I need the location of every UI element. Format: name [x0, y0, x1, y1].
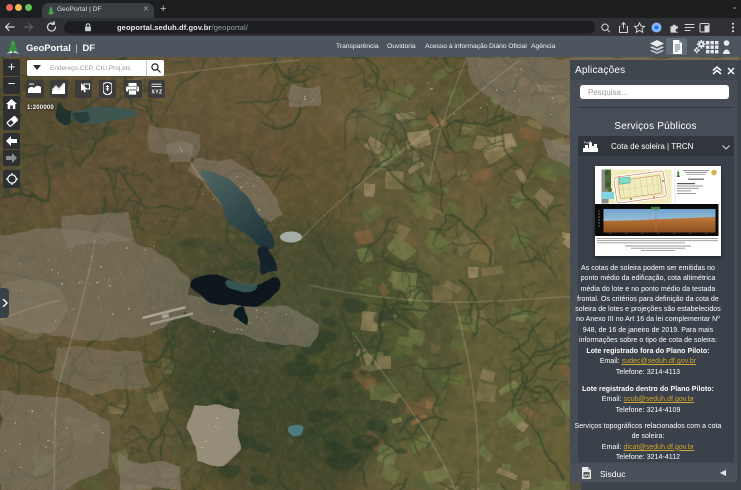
svg-text:XYZ: XYZ	[151, 89, 162, 95]
svg-text:Profile: Profile	[584, 141, 592, 145]
